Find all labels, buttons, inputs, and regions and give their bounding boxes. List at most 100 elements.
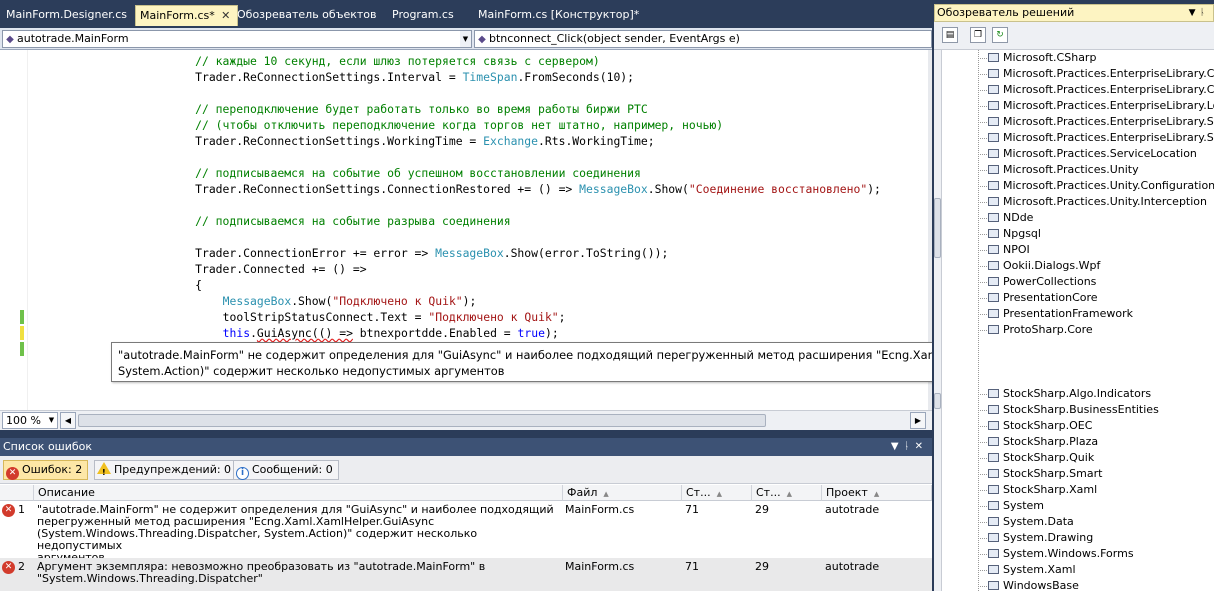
column-header-file[interactable]: Файл ▲ <box>563 485 682 501</box>
reference-icon <box>988 485 999 494</box>
code-line[interactable]: Trader.ReConnectionSettings.WorkingTime … <box>0 133 881 149</box>
reference-item[interactable]: StockSharp.Smart <box>988 466 1102 482</box>
reference-item[interactable]: Microsoft.Practices.EnterpriseLibrary.Se… <box>988 114 1214 130</box>
reference-item[interactable]: System <box>988 498 1044 514</box>
code-line[interactable]: // каждые 10 секунд, если шлюз потеряетс… <box>0 53 881 69</box>
code-text[interactable]: // каждые 10 секунд, если шлюз потеряетс… <box>0 53 881 341</box>
reference-item[interactable]: System.Drawing <box>988 530 1093 546</box>
reference-item[interactable]: StockSharp.Plaza <box>988 434 1098 450</box>
show-all-files-icon[interactable]: ❐ <box>970 27 986 43</box>
code-line[interactable]: { <box>0 277 881 293</box>
reference-label: Npgsql <box>1003 227 1041 240</box>
solution-explorer-toolbar: ▤ ❐ ↻ <box>934 22 1214 50</box>
column-header-column[interactable]: Ст... ▲ <box>752 485 822 501</box>
code-line[interactable] <box>0 197 881 213</box>
scroll-left-button[interactable]: ◀ <box>60 412 76 429</box>
reference-item[interactable]: System.Xaml <box>988 562 1076 578</box>
tree-guide-line <box>978 474 987 475</box>
code-line[interactable]: Trader.ReConnectionSettings.Interval = T… <box>0 69 881 85</box>
reference-item[interactable]: Ookii.Dialogs.Wpf <box>988 258 1100 274</box>
code-line[interactable]: Trader.ReConnectionSettings.ConnectionRe… <box>0 181 881 197</box>
reference-item[interactable]: Microsoft.Practices.Unity <box>988 162 1139 178</box>
reference-item[interactable]: PowerCollections <box>988 274 1096 290</box>
reference-item[interactable]: Microsoft.Practices.ServiceLocation <box>988 146 1197 162</box>
code-token: // подписываемся на событие разрыва соед… <box>195 214 511 228</box>
chevron-down-icon[interactable]: ▼ <box>460 31 471 47</box>
code-line[interactable] <box>0 149 881 165</box>
zoom-select[interactable]: 100 % ▼ <box>2 412 58 429</box>
code-line[interactable]: this.GuiAsync(() => btnexportdde.Enabled… <box>0 325 881 341</box>
tab-object-browser[interactable]: Обозреватель объектов <box>233 5 381 26</box>
column-header-icon[interactable] <box>0 485 34 501</box>
code-line[interactable]: // подписываемся на событие разрыва соед… <box>0 213 881 229</box>
tab-program-cs[interactable]: Program.cs <box>388 5 458 26</box>
reference-item[interactable]: Microsoft.Practices.EnterpriseLibrary.Lo… <box>988 98 1214 114</box>
reference-item[interactable]: NPOI <box>988 242 1030 258</box>
properties-icon[interactable]: ▤ <box>942 27 958 43</box>
reference-item[interactable]: ProtoSharp.Core <box>988 322 1093 338</box>
reference-item[interactable]: Microsoft.Practices.EnterpriseLibrary.Co… <box>988 66 1214 82</box>
code-line[interactable]: toolStripStatusConnect.Text = "Подключен… <box>0 309 881 325</box>
dropdown-icon[interactable]: ▼ <box>1189 8 1200 18</box>
zoom-value: 100 % <box>6 414 41 427</box>
tab-mainform-designer-view[interactable]: MainForm.cs [Конструктор]* <box>474 5 643 26</box>
vertical-scroll-thumb[interactable] <box>934 198 941 258</box>
column-header-project[interactable]: Проект ▲ <box>822 485 932 501</box>
reference-label: PowerCollections <box>1003 275 1097 288</box>
pin-icon[interactable]: ᚿ <box>1200 8 1209 18</box>
code-line[interactable]: Trader.Connected += () => <box>0 261 881 277</box>
code-line[interactable]: // (чтобы отключить переподключение когд… <box>0 117 881 133</box>
code-token: Trader.ReConnectionSettings.ConnectionRe… <box>195 182 580 196</box>
chevron-down-icon[interactable]: ▼ <box>46 413 57 428</box>
reference-item[interactable]: StockSharp.Xaml <box>988 482 1097 498</box>
dropdown-icon[interactable]: ▼ <box>891 441 904 452</box>
reference-item[interactable]: Microsoft.CSharp <box>988 50 1096 66</box>
vertical-scroll-thumb[interactable] <box>934 393 941 409</box>
pin-icon[interactable]: ᚿ <box>904 441 915 452</box>
column-header-line[interactable]: Ст... ▲ <box>682 485 752 501</box>
reference-label: Microsoft.Practices.Unity.Configuration <box>1003 179 1214 192</box>
horizontal-scroll-thumb[interactable] <box>78 414 766 427</box>
code-line[interactable]: MessageBox.Show("Подключено к Quik"); <box>0 293 881 309</box>
error-row[interactable]: ✕ 1 "autotrade.MainForm" не содержит опр… <box>0 501 932 564</box>
reference-icon <box>988 437 999 446</box>
reference-item[interactable]: WindowsBase <box>988 578 1079 591</box>
reference-label: StockSharp.Xaml <box>1003 483 1098 496</box>
tab-mainform-cs[interactable]: MainForm.cs* ✕ <box>135 5 238 26</box>
tab-label: MainForm.cs* <box>140 9 215 22</box>
reference-item[interactable]: Microsoft.Practices.Unity.Interception <box>988 194 1207 210</box>
close-icon[interactable]: ✕ <box>915 441 928 452</box>
reference-item[interactable]: StockSharp.BusinessEntities <box>988 402 1159 418</box>
reference-item[interactable]: System.Windows.Forms <box>988 546 1134 562</box>
reference-item[interactable]: StockSharp.Algo.Indicators <box>988 386 1151 402</box>
reference-item[interactable]: Microsoft.Practices.Unity.Configuration <box>988 178 1214 194</box>
reference-item[interactable]: System.Data <box>988 514 1074 530</box>
reference-item[interactable]: StockSharp.OEC <box>988 418 1092 434</box>
close-icon[interactable]: ✕ <box>219 6 233 25</box>
reference-item[interactable]: Microsoft.Practices.EnterpriseLibrary.Se… <box>988 130 1214 146</box>
code-line[interactable] <box>0 85 881 101</box>
reference-item[interactable]: NDde <box>988 210 1033 226</box>
reference-item[interactable]: Microsoft.Practices.EnterpriseLibrary.Co… <box>988 82 1214 98</box>
warnings-filter-button[interactable]: ! Предупреждений: 0 <box>94 460 238 480</box>
reference-item[interactable]: PresentationCore <box>988 290 1098 306</box>
code-line[interactable] <box>0 229 881 245</box>
code-line[interactable]: // подписываемся на событие об успешном … <box>0 165 881 181</box>
code-line[interactable]: // переподключение будет работать только… <box>0 101 881 117</box>
type-combo[interactable]: ◆ autotrade.MainForm ▼ <box>2 30 472 48</box>
solution-explorer-scrollbar[interactable] <box>934 50 942 591</box>
editor-zoom-bar: 100 % ▼ ◀ ▶ <box>0 410 932 430</box>
error-row[interactable]: ✕ 2 Аргумент экземпляра: невозможно прео… <box>0 558 932 591</box>
tab-mainform-designer[interactable]: MainForm.Designer.cs <box>2 5 131 26</box>
messages-filter-button[interactable]: i Сообщений: 0 <box>233 460 339 480</box>
reference-item[interactable]: Npgsql <box>988 226 1041 242</box>
tree-guide-line <box>978 218 987 219</box>
code-line[interactable]: Trader.ConnectionError += error => Messa… <box>0 245 881 261</box>
refresh-icon[interactable]: ↻ <box>992 27 1008 43</box>
scroll-right-button[interactable]: ▶ <box>910 412 926 429</box>
reference-item[interactable]: PresentationFramework <box>988 306 1133 322</box>
column-header-description[interactable]: Описание <box>34 485 563 501</box>
member-combo[interactable]: ◆ btnconnect_Click(object sender, EventAr… <box>474 30 932 48</box>
reference-item[interactable]: StockSharp.Quik <box>988 450 1094 466</box>
errors-filter-button[interactable]: ✕ Ошибок: 2 <box>3 460 89 480</box>
